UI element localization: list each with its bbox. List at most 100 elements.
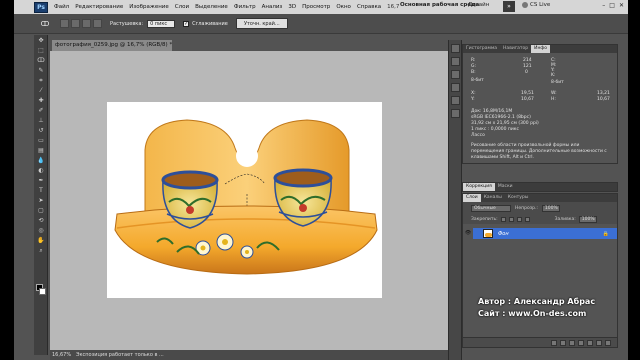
- status-zoom-field[interactable]: 16,67%: [52, 352, 72, 358]
- tools-panel: ✥ ⬚ ↀ ✎ ⌗ ⁄ ✚ ✐ ⊥ ↺ ▭ ▤ 💧 ◐ ✒ T ➤ ▢ ⟲ ◎ …: [34, 35, 48, 355]
- eraser-tool-icon[interactable]: ▭: [36, 136, 46, 145]
- tab-info[interactable]: Инфо: [531, 45, 551, 53]
- canvas-area[interactable]: [50, 51, 448, 350]
- tab-layers[interactable]: Слои: [463, 194, 481, 202]
- info-h-label: H:: [551, 97, 556, 102]
- info-y-coord-label: Y:: [471, 97, 475, 102]
- history-brush-tool-icon[interactable]: ↺: [36, 126, 46, 135]
- 3d-rotate-tool-icon[interactable]: ⟲: [36, 216, 46, 225]
- dodge-tool-icon[interactable]: ◐: [36, 166, 46, 175]
- expand-workspaces-icon[interactable]: »: [503, 1, 515, 12]
- info-w-label: W:: [551, 91, 557, 96]
- 3d-camera-tool-icon[interactable]: ◎: [36, 226, 46, 235]
- antialias-checkbox[interactable]: ✓: [183, 20, 190, 27]
- layer-lock-icon: 🔒: [602, 230, 609, 237]
- brushes-panel-icon[interactable]: [451, 70, 460, 79]
- refine-edge-button[interactable]: Уточн. край...: [235, 18, 288, 29]
- menu-layers[interactable]: Слои: [175, 4, 189, 10]
- zoom-tool-icon[interactable]: ⌕: [36, 246, 46, 255]
- add-mask-icon[interactable]: [569, 339, 575, 346]
- menu-help[interactable]: Справка: [357, 4, 381, 10]
- layers-footer: [463, 337, 617, 347]
- add-selection-icon[interactable]: [71, 19, 80, 28]
- tab-adjustments[interactable]: Коррекция: [463, 183, 495, 191]
- opacity-input[interactable]: 100%: [541, 204, 560, 212]
- tab-paths[interactable]: Контуры: [505, 194, 532, 202]
- layer-name: Фон: [498, 230, 509, 237]
- info-h-value: 10,67: [597, 97, 610, 102]
- history-panel-icon[interactable]: [451, 44, 460, 53]
- menu-image[interactable]: Изображение: [129, 4, 169, 10]
- brush-tool-icon[interactable]: ✐: [36, 106, 46, 115]
- zoom-dropdown[interactable]: 16,7: [387, 4, 399, 10]
- cs-live-button[interactable]: CS Live: [522, 2, 550, 8]
- layers-blend-row: Обычные Непрозр.: 100%: [463, 202, 617, 214]
- document-canvas[interactable]: [107, 102, 382, 298]
- info-r-label: R:: [471, 58, 476, 63]
- menu-select[interactable]: Выделение: [195, 4, 228, 10]
- new-selection-icon[interactable]: [60, 19, 69, 28]
- crop-tool-icon[interactable]: ⌗: [36, 76, 46, 85]
- tab-channels[interactable]: Каналы: [481, 194, 505, 202]
- info-g-value: 121: [523, 64, 532, 69]
- new-group-icon[interactable]: [587, 339, 593, 346]
- layer-style-icon[interactable]: [560, 339, 566, 346]
- lasso-tool-preset-icon[interactable]: ↀ: [38, 19, 52, 29]
- tab-masks[interactable]: Маски: [495, 183, 516, 191]
- intersect-selection-icon[interactable]: [93, 19, 102, 28]
- tab-navigator[interactable]: Навигатор: [500, 45, 531, 53]
- design-workspace-button[interactable]: Дизайн: [468, 2, 489, 8]
- fill-input[interactable]: 100%: [578, 215, 597, 223]
- type-tool-icon[interactable]: T: [36, 186, 46, 195]
- blend-mode-select[interactable]: Обычные: [471, 204, 511, 212]
- gradient-tool-icon[interactable]: ▤: [36, 146, 46, 155]
- menu-view[interactable]: Просмотр: [302, 4, 330, 10]
- menu-window[interactable]: Окно: [336, 4, 351, 10]
- quick-select-tool-icon[interactable]: ✎: [36, 66, 46, 75]
- fill-label: Заливка:: [554, 216, 576, 222]
- visibility-eye-icon[interactable]: 👁: [463, 228, 473, 239]
- photo-image: [114, 119, 378, 275]
- blur-tool-icon[interactable]: 💧: [36, 156, 46, 165]
- lock-transparency-icon[interactable]: [500, 216, 506, 222]
- new-layer-icon[interactable]: [596, 339, 602, 346]
- status-bar: 16,67% Экспозиция работает только в ...: [50, 350, 448, 360]
- subtract-selection-icon[interactable]: [82, 19, 91, 28]
- healing-brush-tool-icon[interactable]: ✚: [36, 96, 46, 105]
- actions-panel-icon[interactable]: [451, 57, 460, 66]
- move-tool-icon[interactable]: ✥: [36, 36, 46, 45]
- minimize-icon[interactable]: –: [602, 2, 605, 9]
- menu-analysis[interactable]: Анализ: [262, 4, 283, 10]
- hand-tool-icon[interactable]: ✋: [36, 236, 46, 245]
- menu-bar: Ps Файл Редактирование Изображение Слои …: [14, 0, 628, 14]
- eyedropper-tool-icon[interactable]: ⁄: [36, 86, 46, 95]
- document-tab[interactable]: фотография_0259.jpg @ 16,7% (RGB/8) *: [52, 40, 172, 51]
- menu-edit[interactable]: Редактирование: [75, 4, 123, 10]
- feather-input[interactable]: 0 пикс: [147, 19, 176, 28]
- marquee-tool-icon[interactable]: ⬚: [36, 46, 46, 55]
- menu-file[interactable]: Файл: [54, 4, 69, 10]
- link-layers-icon[interactable]: [551, 339, 557, 346]
- shape-tool-icon[interactable]: ▢: [36, 206, 46, 215]
- layer-row-background[interactable]: 👁 Фон 🔒: [463, 228, 617, 239]
- clone-source-panel-icon[interactable]: [451, 83, 460, 92]
- menu-3d[interactable]: 3D: [288, 4, 296, 10]
- info-pixel-ratio: 1 пикс : 0,0000 пикс: [471, 127, 519, 132]
- lock-all-icon[interactable]: [524, 216, 530, 222]
- status-info-text[interactable]: Экспозиция работает только в ...: [76, 352, 164, 358]
- lasso-tool-icon[interactable]: ↀ: [36, 56, 46, 65]
- lock-position-icon[interactable]: [516, 216, 522, 222]
- path-select-tool-icon[interactable]: ➤: [36, 196, 46, 205]
- paragraph-panel-icon[interactable]: [451, 109, 460, 118]
- delete-layer-icon[interactable]: [605, 339, 611, 346]
- tab-histogram[interactable]: Гистограмма: [463, 45, 500, 53]
- close-icon[interactable]: ✕: [619, 2, 624, 9]
- background-color-swatch[interactable]: [39, 288, 46, 295]
- pen-tool-icon[interactable]: ✒: [36, 176, 46, 185]
- lock-pixels-icon[interactable]: [508, 216, 514, 222]
- maximize-icon[interactable]: □: [609, 2, 615, 9]
- adjustment-layer-icon[interactable]: [578, 339, 584, 346]
- clone-stamp-tool-icon[interactable]: ⊥: [36, 116, 46, 125]
- menu-filter[interactable]: Фильтр: [234, 4, 256, 10]
- character-panel-icon[interactable]: [451, 96, 460, 105]
